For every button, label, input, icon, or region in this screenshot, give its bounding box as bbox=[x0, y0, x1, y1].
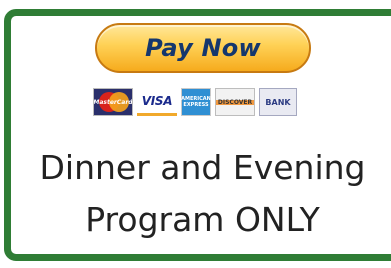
program-line-1: Dinner and Evening bbox=[39, 148, 366, 187]
pay-now-label: Pay Now bbox=[145, 34, 261, 62]
amex-logo-icon: AMERICAN EXPRESS bbox=[181, 88, 211, 116]
visa-logo-icon: VISA bbox=[137, 88, 177, 116]
discover-logo-text: DISCOVER bbox=[217, 98, 253, 106]
mastercard-logo-icon: MasterCard bbox=[93, 88, 133, 116]
pay-now-button[interactable]: Pay Now bbox=[95, 23, 311, 73]
amex-logo-text: AMERICAN EXPRESS bbox=[181, 96, 211, 108]
accepted-payment-methods: MasterCard VISA AMERICAN EXPRESS DISCOVE… bbox=[93, 87, 297, 117]
program-description: Dinner and Evening Program ONLY bbox=[0, 142, 391, 246]
discover-logo-icon: DISCOVER bbox=[215, 88, 255, 116]
bank-logo-text: BANK bbox=[265, 97, 291, 107]
bank-logo-icon: BANK bbox=[259, 88, 297, 116]
mastercard-logo-text: MasterCard bbox=[93, 98, 133, 106]
program-line-2: Program ONLY bbox=[85, 200, 320, 239]
visa-logo-text: VISA bbox=[141, 93, 173, 108]
